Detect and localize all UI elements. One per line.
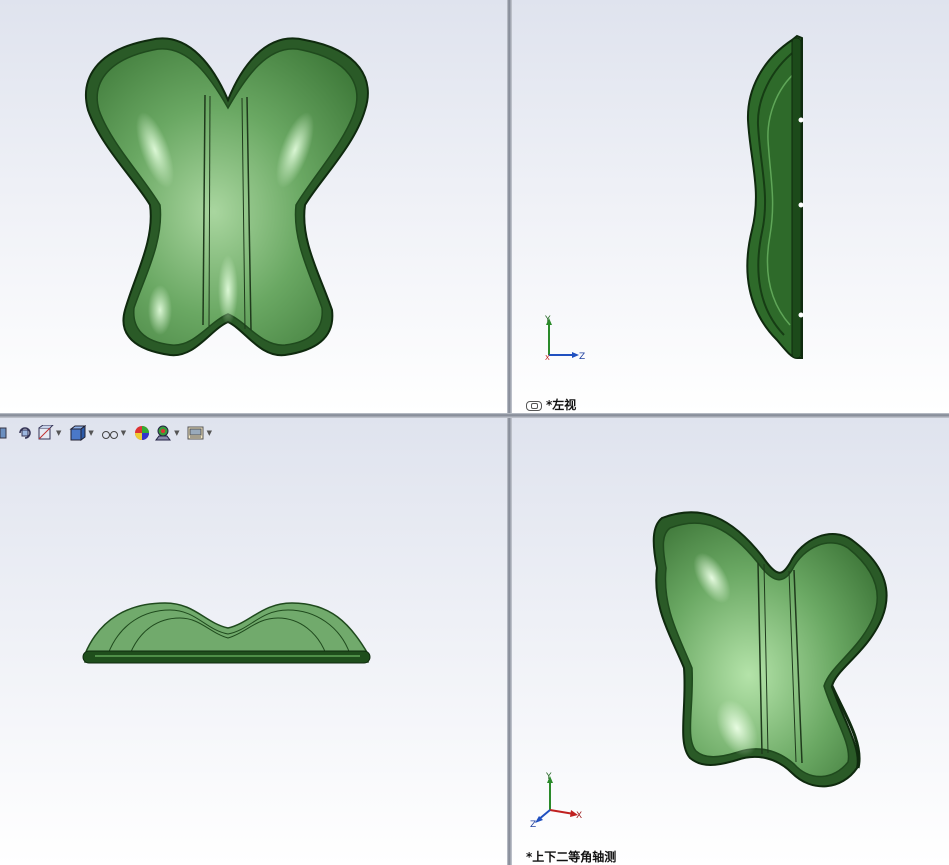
zoom-button[interactable] — [0, 425, 8, 441]
part-isometric-view[interactable]: Y X Z — [512, 418, 949, 865]
hide-show-items-icon — [101, 431, 118, 439]
triad-axis-y: Y — [544, 315, 551, 325]
view-name-label: *上下二等角轴测 — [526, 850, 617, 864]
section-view-button[interactable]: ▼ — [36, 425, 65, 441]
notch — [798, 202, 804, 208]
triad-axis-y: Y — [545, 772, 552, 782]
zoom-icon — [0, 427, 7, 439]
edit-appearance-icon — [135, 426, 150, 440]
part-top-view[interactable] — [0, 418, 507, 865]
rotate-view-icon — [19, 427, 31, 439]
rotate-view-button[interactable] — [17, 425, 33, 441]
triad-axis-z: Z — [579, 352, 585, 362]
heads-up-view-toolbar: ▼ ▼ ▼ ▼ ▼ — [0, 422, 216, 444]
view-name-label: *左视 — [526, 396, 576, 413]
svg-text:X: X — [545, 354, 550, 362]
part-left-view[interactable]: Y Z X — [512, 0, 949, 413]
viewport-horizontal-splitter[interactable] — [0, 413, 949, 418]
edit-appearance-button[interactable] — [133, 424, 151, 442]
triad-axis-x: X — [576, 811, 582, 821]
viewport-vertical-splitter[interactable] — [507, 0, 512, 865]
coordinate-triad: Y X Z — [530, 772, 582, 830]
triad-axis-z: Z — [530, 820, 536, 830]
viewport-isometric[interactable]: Y X Z *上下二等角轴测 — [512, 418, 949, 865]
display-style-button[interactable]: ▼ — [68, 425, 97, 441]
part-front-view[interactable] — [0, 0, 507, 413]
coordinate-triad: Y Z X — [544, 315, 585, 362]
view-link-icon[interactable] — [526, 400, 542, 411]
flange-edge — [791, 37, 802, 359]
view-settings-icon — [187, 426, 204, 440]
apply-scene-button[interactable]: ▼ — [154, 424, 183, 442]
view-settings-button[interactable]: ▼ — [187, 425, 216, 441]
base-flange — [82, 650, 371, 664]
viewport-left[interactable]: Y Z X *左视 — [512, 0, 949, 413]
viewport-front[interactable] — [0, 0, 507, 413]
section-view-icon — [38, 425, 54, 440]
viewport-top[interactable] — [0, 418, 507, 865]
notch — [798, 117, 804, 123]
notch — [798, 312, 804, 318]
hide-show-items-button[interactable]: ▼ — [101, 425, 130, 441]
specular-highlight — [218, 255, 238, 325]
display-style-icon — [69, 425, 87, 441]
specular-highlight — [148, 285, 172, 335]
apply-scene-icon — [155, 425, 172, 441]
